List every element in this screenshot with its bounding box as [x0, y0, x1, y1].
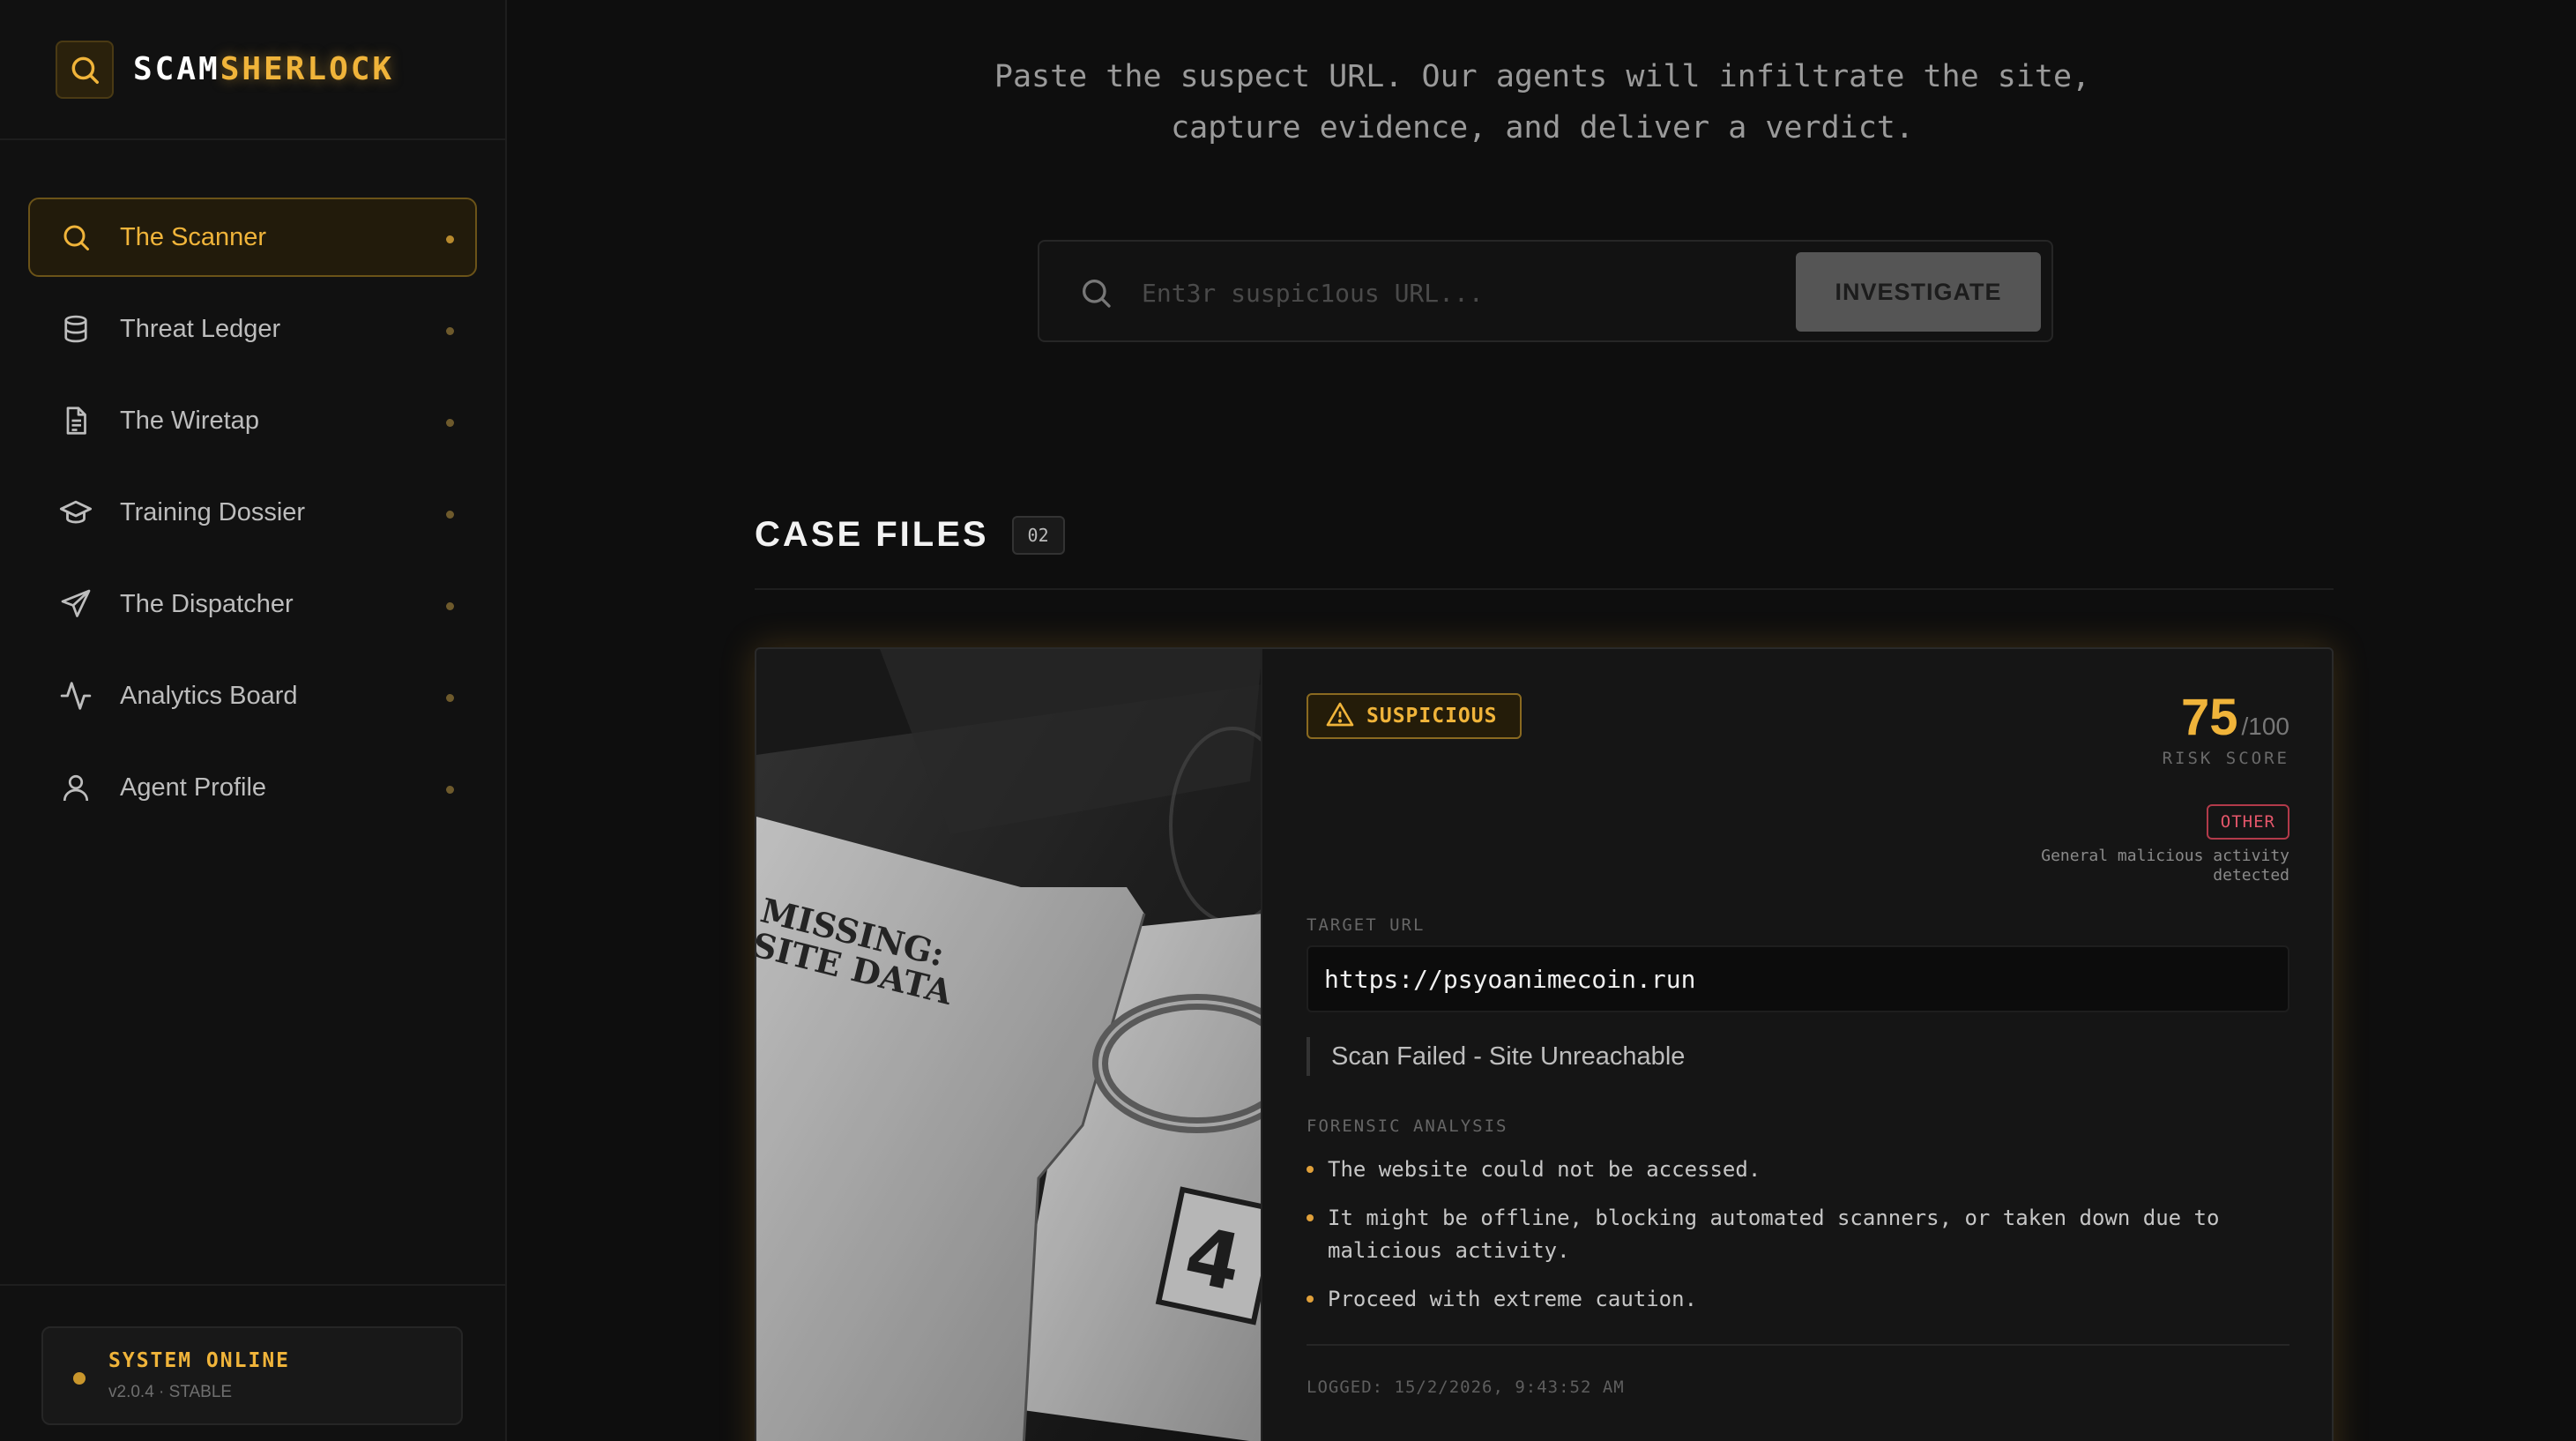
- finding-item: The website could not be accessed.: [1307, 1154, 2261, 1186]
- database-icon: [58, 311, 93, 347]
- sidebar-item-label: The Wiretap: [120, 406, 259, 435]
- sidebar-item-training-dossier[interactable]: Training Dossier: [28, 473, 477, 552]
- nav-dot: [446, 694, 454, 702]
- divider: [755, 588, 2334, 590]
- sidebar-item-label: Agent Profile: [120, 773, 267, 802]
- nav-dot: [446, 327, 454, 335]
- document-icon: [58, 403, 93, 438]
- case-files-count: 02: [1011, 515, 1065, 555]
- system-status: SYSTEM ONLINE v2.0.4 · STABLE: [41, 1326, 463, 1425]
- nav-dot: [446, 511, 454, 519]
- scan-status: Scan Failed - Site Unreachable: [1307, 1037, 1685, 1076]
- sidebar-item-scanner[interactable]: The Scanner: [28, 198, 477, 277]
- brand-name-part-1: SCAM: [133, 51, 220, 87]
- finding-item: Proceed with extreme caution.: [1307, 1283, 2261, 1316]
- brand[interactable]: SCAMSHERLOCK: [0, 0, 505, 140]
- sidebar-item-dispatcher[interactable]: The Dispatcher: [28, 564, 477, 644]
- search-icon: [1078, 275, 1113, 315]
- evidence-image: MISSING: SITE DATA 4: [756, 649, 1262, 1441]
- sidebar-footer: SYSTEM ONLINE v2.0.4 · STABLE: [0, 1284, 505, 1441]
- status-version: v2.0.4 · STABLE: [108, 1383, 233, 1401]
- graduation-cap-icon: [58, 495, 93, 530]
- investigate-button[interactable]: INVESTIGATE: [1796, 252, 2041, 332]
- app-root: SCAMSHERLOCK The Scanner Threat Ledger T…: [0, 0, 2576, 1441]
- nav-dot: [446, 786, 454, 794]
- evidence-photo: MISSING: SITE DATA 4: [756, 649, 1261, 1441]
- main-content: Paste the suspect URL. Our agents will i…: [509, 0, 2576, 1441]
- url-search-bar: INVESTIGATE: [1038, 240, 2053, 342]
- sidebar-item-analytics-board[interactable]: Analytics Board: [28, 656, 477, 735]
- status-dot: [73, 1372, 86, 1385]
- target-url[interactable]: https://psyoanimecoin.run: [1307, 945, 2289, 1012]
- nav-dot: [446, 602, 454, 610]
- sidebar-item-label: Training Dossier: [120, 497, 306, 526]
- sidebar-item-label: Analytics Board: [120, 681, 298, 710]
- finding-item: It might be offline, blocking automated …: [1307, 1202, 2261, 1267]
- case-card[interactable]: MISSING: SITE DATA 4 SUSPICIOUS 75 /100 …: [755, 647, 2334, 1441]
- sidebar-item-agent-profile[interactable]: Agent Profile: [28, 748, 477, 827]
- nav-dot: [446, 419, 454, 427]
- url-input[interactable]: [1142, 268, 1759, 317]
- active-dot: [446, 235, 454, 243]
- send-icon: [58, 586, 93, 622]
- risk-score-max: /100: [2241, 713, 2290, 740]
- intro-line-2: capture evidence, and deliver a verdict.: [1171, 110, 1914, 146]
- brand-name: SCAMSHERLOCK: [133, 51, 394, 87]
- logged-timestamp: LOGGED: 15/2/2026, 9:43:52 AM: [1307, 1378, 1625, 1397]
- sidebar: SCAMSHERLOCK The Scanner Threat Ledger T…: [0, 0, 507, 1441]
- scanner-intro: Paste the suspect URL. Our agents will i…: [509, 51, 2576, 153]
- search-icon: [58, 220, 93, 255]
- case-files-header: CASE FILES 02: [755, 515, 1065, 555]
- sidebar-item-wiretap[interactable]: The Wiretap: [28, 381, 477, 460]
- verdict-label: SUSPICIOUS: [1366, 705, 1498, 728]
- forensic-findings: The website could not be accessed. It mi…: [1307, 1154, 2261, 1332]
- sidebar-item-label: The Dispatcher: [120, 589, 294, 618]
- verdict-badge: SUSPICIOUS: [1307, 693, 1523, 739]
- category-badge: OTHER: [2206, 804, 2289, 840]
- sidebar-item-label: Threat Ledger: [120, 314, 281, 343]
- sidebar-item-label: The Scanner: [120, 222, 267, 251]
- sidebar-nav: The Scanner Threat Ledger The Wiretap Tr…: [0, 140, 505, 827]
- risk-score-label: RISK SCORE: [2162, 749, 2289, 768]
- intro-line-1: Paste the suspect URL. Our agents will i…: [994, 59, 2091, 94]
- status-title: SYSTEM ONLINE: [108, 1349, 291, 1372]
- case-files-title: CASE FILES: [755, 515, 989, 554]
- sidebar-item-threat-ledger[interactable]: Threat Ledger: [28, 289, 477, 369]
- category-description: General malicious activity detected: [2041, 847, 2289, 885]
- target-url-label: TARGET URL: [1307, 915, 1426, 935]
- risk-score-value: 75: [2180, 689, 2238, 746]
- warning-icon: [1326, 701, 1354, 732]
- forensic-analysis-label: FORENSIC ANALYSIS: [1307, 1116, 1508, 1136]
- case-details: SUSPICIOUS 75/100 RISK SCORE OTHER Gener…: [1262, 649, 2332, 1441]
- search-icon: [56, 40, 114, 99]
- brand-name-part-2: SHERLOCK: [220, 51, 395, 87]
- risk-score: 75/100 RISK SCORE: [2163, 688, 2289, 768]
- divider: [1307, 1344, 2289, 1346]
- activity-icon: [58, 678, 93, 713]
- user-icon: [58, 770, 93, 805]
